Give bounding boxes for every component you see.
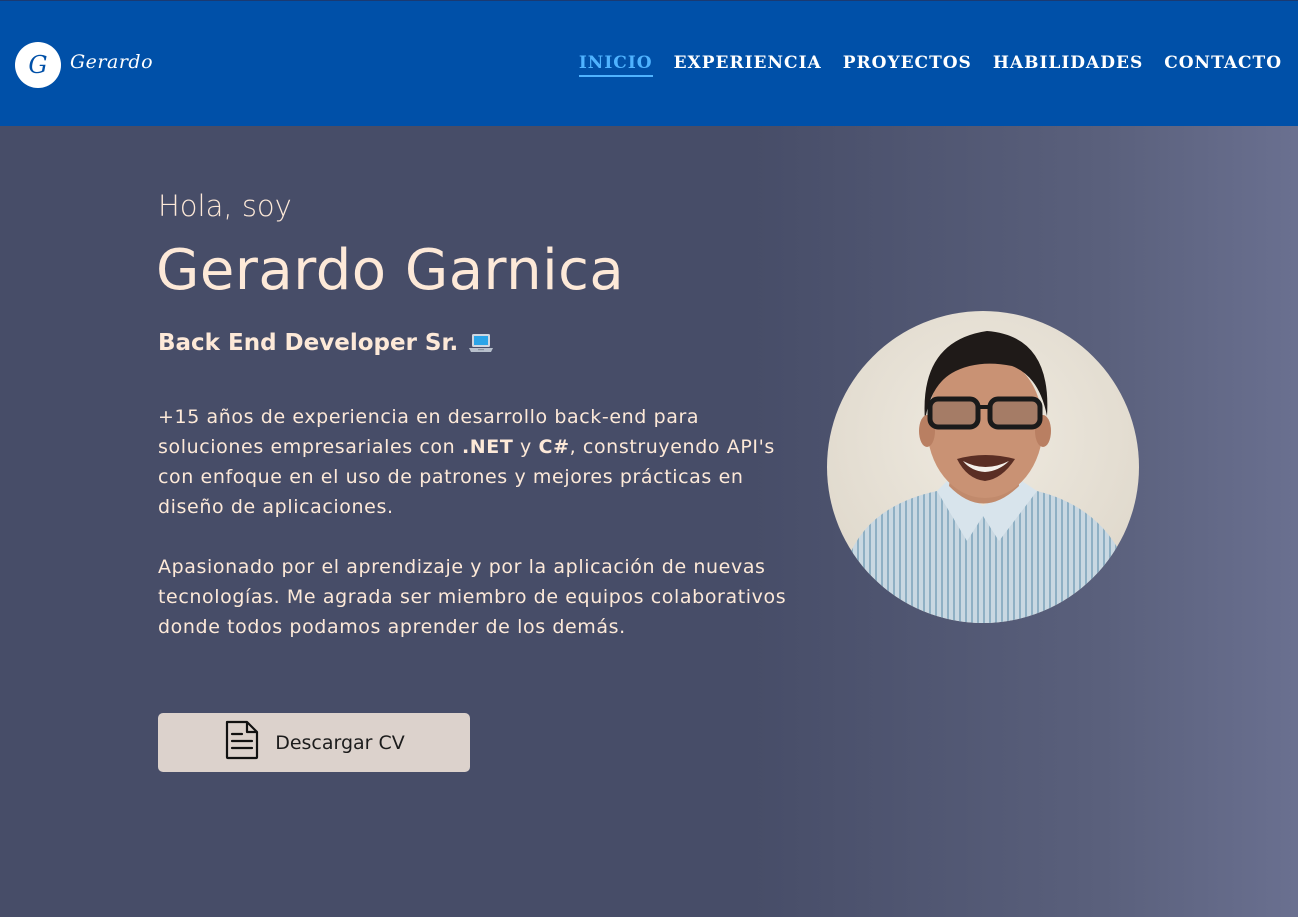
- hero-name: Gerardo Garnica: [156, 238, 625, 303]
- nav-link-inicio[interactable]: INICIO: [578, 53, 653, 77]
- laptop-icon: [468, 332, 494, 354]
- greeting: Hola, soy: [158, 189, 292, 223]
- nav-link-experiencia[interactable]: EXPERIENCIA: [674, 53, 822, 77]
- intro-paragraph: +15 años de experiencia en desarrollo ba…: [158, 402, 798, 522]
- logo-icon[interactable]: G: [15, 42, 61, 88]
- dotnet-highlight: .NET: [461, 436, 514, 458]
- hero-section: Hola, soy Gerardo Garnica Back End Devel…: [0, 126, 1298, 917]
- download-cv-button[interactable]: Descargar CV: [158, 713, 470, 772]
- role-text: Back End Developer Sr.: [158, 330, 459, 356]
- profile-photo: [827, 311, 1139, 623]
- logo-letter: G: [28, 51, 48, 79]
- csharp-highlight: C#: [538, 436, 570, 458]
- hero-role: Back End Developer Sr.: [158, 330, 494, 356]
- nav-link-proyectos[interactable]: PROYECTOS: [843, 53, 972, 77]
- download-cv-label: Descargar CV: [275, 731, 405, 754]
- nav-link-habilidades[interactable]: HABILIDADES: [993, 53, 1143, 77]
- logo-text[interactable]: Gerardo: [70, 51, 153, 73]
- nav-link-contacto[interactable]: CONTACTO: [1164, 53, 1282, 77]
- nav-links: INICIO EXPERIENCIA PROYECTOS HABILIDADES…: [578, 53, 1282, 77]
- document-icon: [223, 720, 261, 765]
- passion-paragraph: Apasionado por el aprendizaje y por la a…: [158, 556, 787, 638]
- intro-text-2: y: [513, 436, 539, 458]
- navbar: G Gerardo INICIO EXPERIENCIA PROYECTOS H…: [0, 0, 1298, 126]
